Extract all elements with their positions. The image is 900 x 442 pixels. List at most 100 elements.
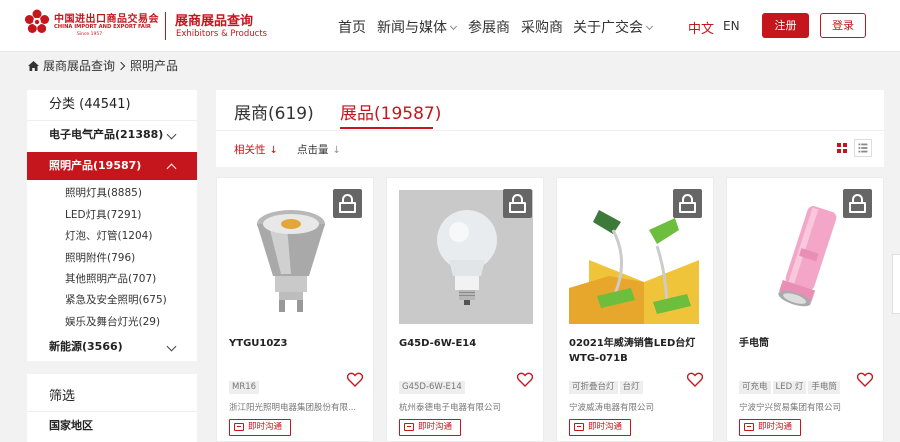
breadcrumb-item-lighting: 照明产品: [130, 59, 179, 73]
logo-text-en: CHINA IMPORT AND EXPORT FAIR: [54, 24, 151, 30]
product-tags: 可充电 LED 灯手电筒: [739, 374, 842, 394]
filter-region[interactable]: 国家地区: [49, 417, 93, 433]
instant-chat-button[interactable]: 即时沟通: [399, 419, 461, 436]
list-view-icon[interactable]: [854, 139, 872, 157]
product-tag: 手电筒: [808, 381, 840, 394]
chevron-up-icon: [166, 163, 177, 174]
logo-since: Since 1957: [77, 32, 103, 37]
chevron-down-icon: [645, 22, 654, 31]
results-tabs-panel: 展商(619) 展品(19587) 相关性 ↓ 点击量 ↓: [216, 90, 884, 167]
product-tags: 可折叠台灯 台灯: [569, 374, 645, 394]
category-lighting[interactable]: 照明产品(19587): [27, 152, 197, 180]
product-name[interactable]: 02021年威涛销售LED台灯 WTG-071B: [569, 336, 707, 366]
lang-english[interactable]: EN: [723, 19, 740, 33]
company-name[interactable]: 宁波威涛电器有限公司: [569, 401, 699, 413]
grid-view-icon[interactable]: [833, 139, 851, 157]
breadcrumb: 展商展品查询 照明产品: [28, 57, 179, 73]
subcategory-item[interactable]: 娱乐及舞台灯光(29): [65, 314, 160, 329]
nav-exhibitors-label: 参展商: [468, 20, 510, 36]
heart-icon[interactable]: [517, 372, 533, 387]
tabs-divider: [216, 130, 884, 131]
active-tab-indicator: [340, 127, 433, 129]
arrow-down-icon: ↓: [269, 145, 278, 156]
subcategory-item[interactable]: LED灯具(7291): [65, 207, 141, 222]
site-header: 中国进出口商品交易会 CHINA IMPORT AND EXPORT FAIR …: [0, 0, 900, 52]
lock-icon: [333, 189, 362, 218]
subcategory-item[interactable]: 照明附件(796): [65, 250, 135, 265]
filter-title: 筛选: [49, 389, 76, 404]
nav-buyers-label: 采购商: [521, 20, 563, 36]
product-name[interactable]: YTGU10Z3: [229, 336, 367, 351]
subcategory-item[interactable]: 紧急及安全照明(675): [65, 292, 167, 307]
breadcrumb-item-search[interactable]: 展商展品查询: [43, 59, 115, 73]
subcategory-item[interactable]: 其他照明产品(707): [65, 271, 156, 286]
instant-chat-button[interactable]: 即时沟通: [569, 419, 631, 436]
product-tag: 台灯: [619, 381, 643, 394]
logo-text-cn: 中国进出口商品交易会: [54, 14, 159, 25]
logo-divider: [165, 12, 166, 40]
category-new-energy-label: 新能源(3566): [49, 340, 123, 353]
floating-side-tab[interactable]: [892, 254, 900, 314]
sort-relevance[interactable]: 相关性 ↓: [234, 142, 278, 157]
heart-icon[interactable]: [687, 372, 703, 387]
company-name[interactable]: 杭州泰德电子电器有限公司: [399, 401, 529, 413]
chat-button-label: 即时沟通: [758, 422, 793, 432]
nav-home[interactable]: 首页: [338, 17, 366, 37]
product-card[interactable]: G45D-6W-E14 G45D-6W-E14 杭州泰德电子电器有限公司 即时沟…: [386, 177, 544, 442]
nav-exhibitors[interactable]: 参展商: [468, 17, 510, 37]
company-name[interactable]: 浙江阳光照明电器集团股份有限...: [229, 401, 359, 413]
nav-about-label: 关于广交会: [573, 20, 643, 36]
chat-icon: [574, 423, 584, 431]
section-title-cn: 展商展品查询: [175, 14, 254, 29]
home-icon[interactable]: [28, 61, 39, 71]
nav-about[interactable]: 关于广交会: [573, 17, 654, 37]
product-tag: 可充电: [739, 381, 771, 394]
instant-chat-button[interactable]: 即时沟通: [739, 419, 801, 436]
chat-button-label: 即时沟通: [248, 422, 283, 432]
category-new-energy[interactable]: 新能源(3566): [27, 333, 197, 361]
chat-icon: [234, 423, 244, 431]
arrow-down-icon: ↓: [332, 145, 341, 156]
chat-button-label: 即时沟通: [588, 422, 623, 432]
tab-exhibitors[interactable]: 展商(619): [234, 99, 314, 124]
sort-clicks[interactable]: 点击量 ↓: [297, 142, 341, 157]
category-heading: 分类 (44541): [27, 90, 197, 121]
subcategory-item[interactable]: 照明灯具(8885): [65, 185, 142, 200]
chat-icon: [404, 423, 414, 431]
lang-chinese[interactable]: 中文: [688, 18, 714, 37]
canton-fair-emblem-icon: [24, 9, 50, 33]
subcategory-item[interactable]: 灯泡、灯管(1204): [65, 228, 152, 243]
sort-clicks-label: 点击量: [297, 144, 329, 156]
product-tag: MR16: [229, 381, 260, 394]
nav-news-media[interactable]: 新闻与媒体: [377, 17, 458, 37]
lock-icon: [673, 189, 702, 218]
lock-icon: [503, 189, 532, 218]
nav-home-label: 首页: [338, 20, 366, 36]
heart-icon[interactable]: [857, 372, 873, 387]
category-electronics-label: 电子电气产品(21388): [49, 128, 164, 141]
product-name[interactable]: G45D-6W-E14: [399, 336, 537, 351]
nav-buyers[interactable]: 采购商: [521, 17, 563, 37]
product-tag: 可折叠台灯: [569, 381, 618, 394]
tab-products[interactable]: 展品(19587): [340, 99, 441, 124]
category-lighting-label: 照明产品(19587): [49, 159, 142, 172]
product-card[interactable]: 手电筒 可充电 LED 灯手电筒 宁波宁兴贸易集团有限公司 即时沟通: [726, 177, 884, 442]
nav-news-media-label: 新闻与媒体: [377, 20, 447, 36]
product-tag: LED 灯: [772, 381, 807, 394]
sort-relevance-label: 相关性: [234, 144, 266, 156]
register-button[interactable]: 注册: [762, 13, 809, 38]
company-name[interactable]: 宁波宁兴贸易集团有限公司: [739, 401, 869, 413]
heart-icon[interactable]: [347, 372, 363, 387]
filter-panel: 筛选 国家地区: [27, 374, 197, 442]
product-name[interactable]: 手电筒: [739, 336, 877, 351]
chevron-down-icon: [449, 22, 458, 31]
chat-icon: [744, 423, 754, 431]
product-card[interactable]: YTGU10Z3 MR16 浙江阳光照明电器集团股份有限... 即时沟通: [216, 177, 374, 442]
instant-chat-button[interactable]: 即时沟通: [229, 419, 291, 436]
login-button[interactable]: 登录: [820, 13, 866, 38]
chevron-right-icon: [116, 61, 126, 71]
category-electronics[interactable]: 电子电气产品(21388): [27, 121, 197, 149]
canton-fair-logo[interactable]: 中国进出口商品交易会 CHINA IMPORT AND EXPORT FAIR …: [24, 9, 174, 43]
product-tags: MR16: [229, 374, 261, 394]
product-card[interactable]: 02021年威涛销售LED台灯 WTG-071B 可折叠台灯 台灯 宁波威涛电器有…: [556, 177, 714, 442]
